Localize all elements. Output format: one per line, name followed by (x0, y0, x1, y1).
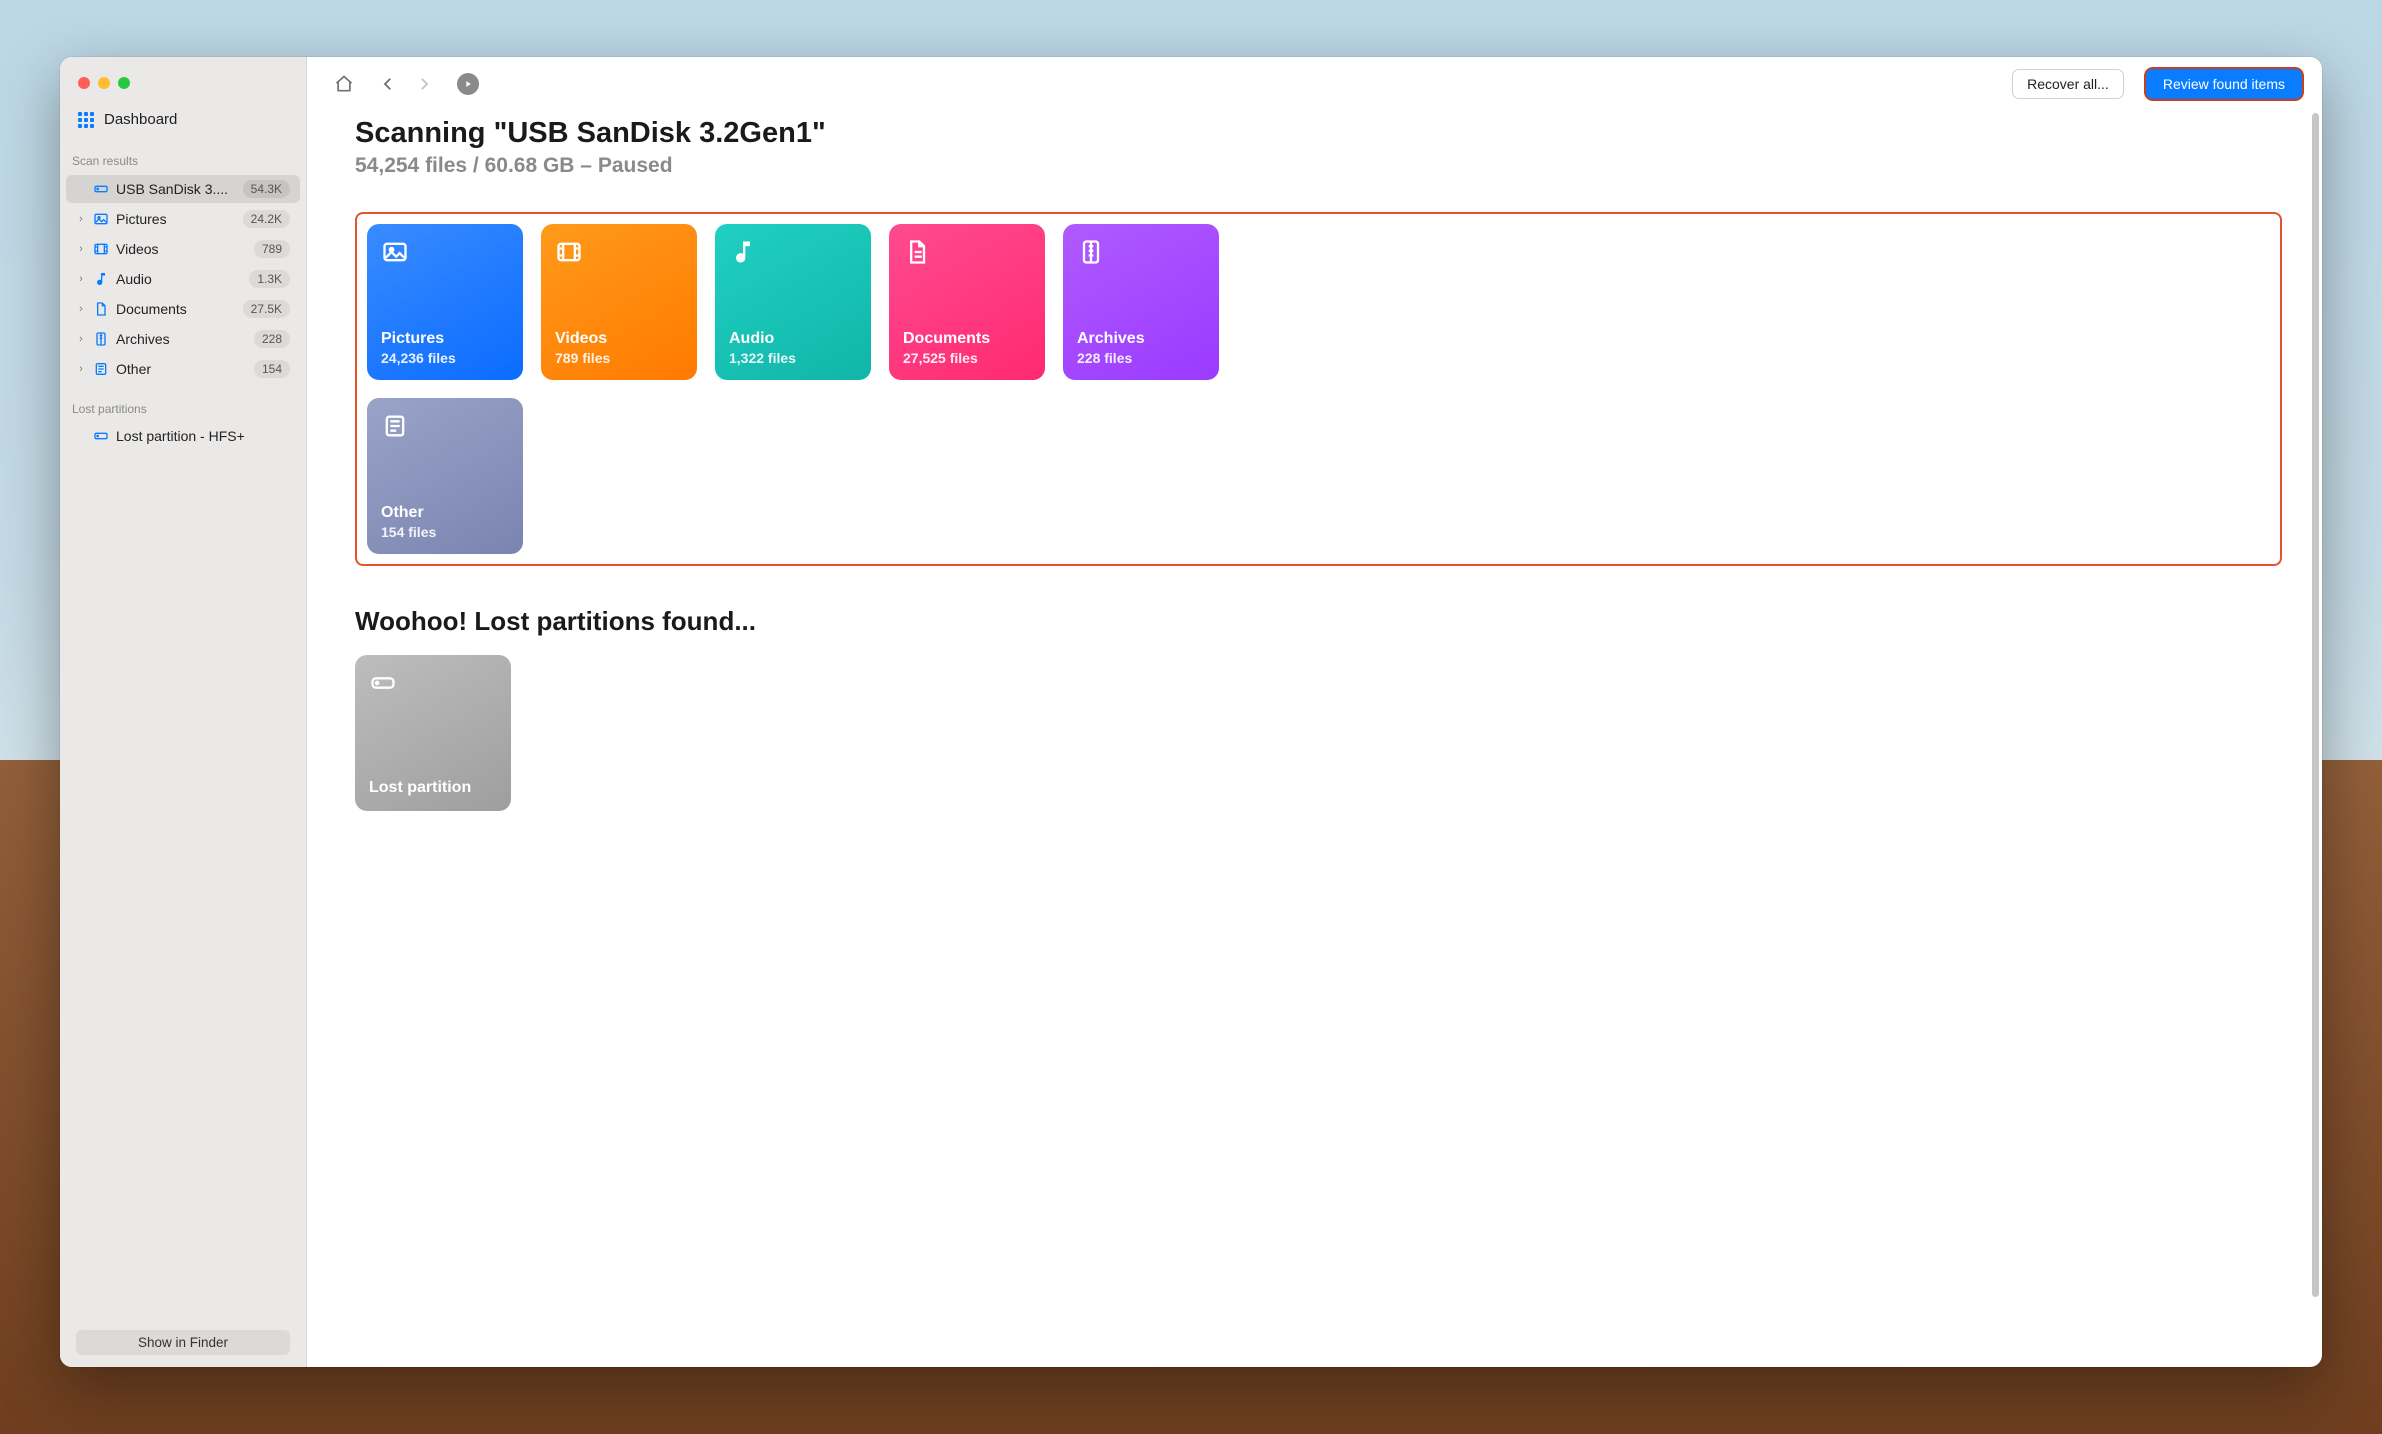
window-controls (60, 71, 306, 103)
chevron-right-icon: › (76, 243, 86, 255)
card-title: Documents (903, 330, 1031, 348)
close-window-button[interactable] (78, 77, 90, 89)
archives-icon (92, 331, 110, 347)
pictures-icon (92, 211, 110, 227)
sidebar-item-label: Pictures (116, 211, 237, 227)
chevron-right-icon: › (76, 213, 86, 225)
chevron-right-icon: › (76, 333, 86, 345)
lost-partitions-section-label: Lost partitions (60, 384, 306, 422)
card-title: Archives (1077, 330, 1205, 348)
card-title: Pictures (381, 330, 509, 348)
review-found-items-button[interactable]: Review found items (2146, 69, 2302, 99)
audio-icon (92, 271, 110, 287)
desktop-background: Dashboard Scan results USB SanDisk 3....… (0, 0, 2382, 1434)
card-title: Audio (729, 330, 857, 348)
scrollbar-thumb[interactable] (2312, 113, 2319, 1297)
back-button[interactable] (377, 73, 399, 95)
other-icon (381, 412, 509, 445)
sidebar-item-lost-partition[interactable]: Lost partition - HFS+ (66, 423, 300, 449)
videos-icon (555, 238, 683, 271)
sidebar-item-archives[interactable]: › Archives 228 (66, 325, 300, 353)
sidebar: Dashboard Scan results USB SanDisk 3....… (60, 57, 307, 1367)
content-scroll[interactable]: Scanning "USB SanDisk 3.2Gen1" 54,254 fi… (307, 105, 2322, 1367)
forward-button (413, 73, 435, 95)
sidebar-item-pictures[interactable]: › Pictures 24.2K (66, 205, 300, 233)
sidebar-item-label: Documents (116, 301, 237, 317)
scan-results-section-label: Scan results (60, 136, 306, 174)
chevron-right-icon: › (76, 363, 86, 375)
card-title: Videos (555, 330, 683, 348)
card-lost-partition[interactable]: Lost partition (355, 655, 511, 811)
sidebar-item-count: 1.3K (249, 270, 290, 288)
home-button[interactable] (333, 73, 355, 95)
sidebar-item-audio[interactable]: › Audio 1.3K (66, 265, 300, 293)
sidebar-item-count: 27.5K (243, 300, 290, 318)
category-cards-highlight: Pictures 24,236 files Videos 789 files (355, 212, 2282, 566)
card-sub: 154 files (381, 524, 509, 540)
card-sub: 228 files (1077, 350, 1205, 366)
scan-status: 54,254 files / 60.68 GB – Paused (355, 154, 2282, 178)
sidebar-item-label: Videos (116, 241, 248, 257)
sidebar-item-drive[interactable]: USB SanDisk 3.... 54.3K (66, 175, 300, 203)
resume-scan-button[interactable] (457, 73, 479, 95)
blank-disclosure (76, 183, 86, 195)
sidebar-item-count: 789 (254, 240, 290, 258)
card-sub: 789 files (555, 350, 683, 366)
blank-disclosure (76, 430, 86, 442)
dashboard-link[interactable]: Dashboard (60, 103, 306, 136)
sidebar-item-documents[interactable]: › Documents 27.5K (66, 295, 300, 323)
dashboard-label: Dashboard (104, 111, 177, 128)
drive-icon (92, 181, 110, 197)
sidebar-item-label: Audio (116, 271, 243, 287)
scan-title: Scanning "USB SanDisk 3.2Gen1" (355, 117, 2282, 150)
card-sub: 27,525 files (903, 350, 1031, 366)
card-archives[interactable]: Archives 228 files (1063, 224, 1219, 380)
sidebar-item-count: 154 (254, 360, 290, 378)
card-title: Other (381, 504, 509, 522)
sidebar-item-other[interactable]: › Other 154 (66, 355, 300, 383)
pictures-icon (381, 238, 509, 271)
lost-partitions-heading: Woohoo! Lost partitions found... (355, 606, 2282, 637)
card-pictures[interactable]: Pictures 24,236 files (367, 224, 523, 380)
dashboard-icon (78, 112, 94, 128)
audio-icon (729, 238, 857, 271)
card-other[interactable]: Other 154 files (367, 398, 523, 554)
sidebar-item-count: 24.2K (243, 210, 290, 228)
documents-icon (92, 301, 110, 317)
chevron-right-icon: › (76, 273, 86, 285)
videos-icon (92, 241, 110, 257)
drive-icon (369, 669, 497, 702)
minimize-window-button[interactable] (98, 77, 110, 89)
card-sub: 1,322 files (729, 350, 857, 366)
sidebar-item-label: Lost partition - HFS+ (116, 428, 290, 444)
drive-icon (92, 428, 110, 444)
card-title: Lost partition (369, 779, 497, 797)
sidebar-item-label: USB SanDisk 3.... (116, 181, 237, 197)
card-documents[interactable]: Documents 27,525 files (889, 224, 1045, 380)
recover-all-button[interactable]: Recover all... (2012, 69, 2124, 99)
sidebar-item-label: Archives (116, 331, 248, 347)
sidebar-item-label: Other (116, 361, 248, 377)
card-audio[interactable]: Audio 1,322 files (715, 224, 871, 380)
main-panel: Recover all... Review found items Scanni… (307, 57, 2322, 1367)
show-in-finder-button[interactable]: Show in Finder (76, 1330, 290, 1355)
sidebar-item-count: 54.3K (243, 180, 290, 198)
category-cards: Pictures 24,236 files Videos 789 files (367, 224, 2270, 554)
sidebar-item-videos[interactable]: › Videos 789 (66, 235, 300, 263)
archives-icon (1077, 238, 1205, 271)
toolbar: Recover all... Review found items (307, 57, 2322, 105)
card-videos[interactable]: Videos 789 files (541, 224, 697, 380)
sidebar-item-count: 228 (254, 330, 290, 348)
app-window: Dashboard Scan results USB SanDisk 3....… (60, 57, 2322, 1367)
chevron-right-icon: › (76, 303, 86, 315)
other-icon (92, 361, 110, 377)
fullscreen-window-button[interactable] (118, 77, 130, 89)
documents-icon (903, 238, 1031, 271)
card-sub: 24,236 files (381, 350, 509, 366)
